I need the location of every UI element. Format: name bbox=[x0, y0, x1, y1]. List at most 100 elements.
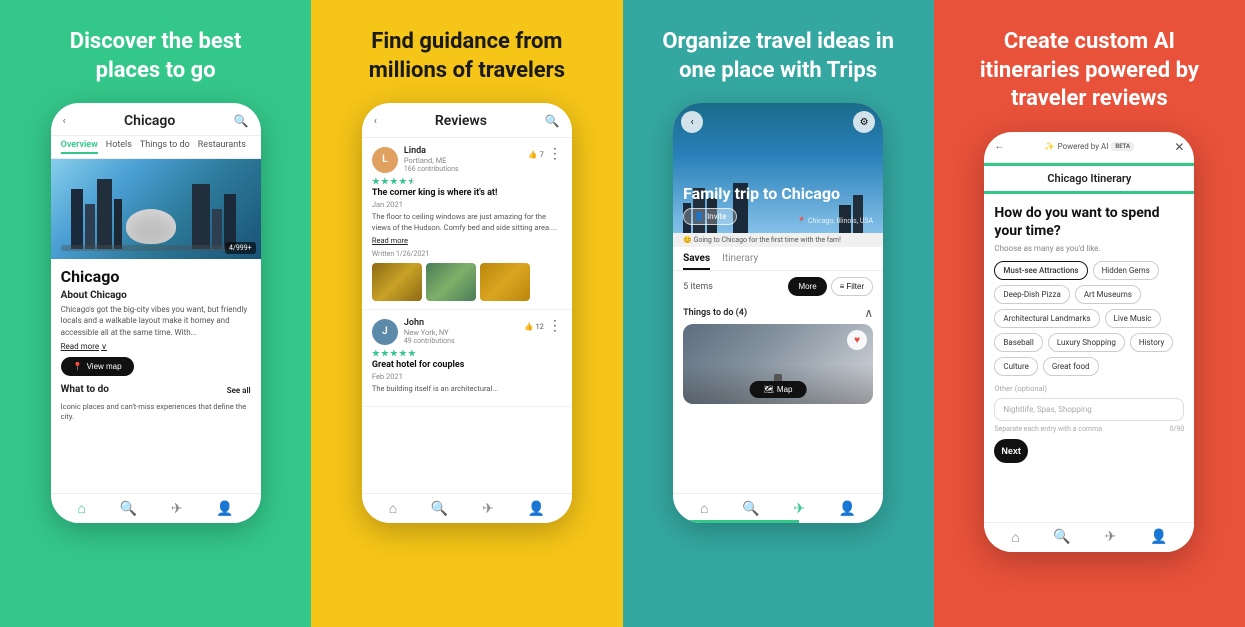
building-2 bbox=[85, 204, 95, 249]
profile-nav-icon-2[interactable]: 👤 bbox=[528, 501, 545, 517]
search-icon[interactable]: 🔍 bbox=[234, 114, 249, 128]
search-nav-icon[interactable]: 🔍 bbox=[120, 501, 137, 517]
tab-saves[interactable]: Saves bbox=[683, 253, 710, 270]
tag-art-museums[interactable]: Art Museums bbox=[1075, 285, 1141, 304]
review-photo-1[interactable] bbox=[372, 263, 422, 301]
tag-culture[interactable]: Culture bbox=[994, 357, 1037, 376]
things-to-do-title: Things to do (4) bbox=[683, 308, 747, 318]
reviewer-loc-1: Portland, ME bbox=[404, 156, 459, 165]
review-like-1[interactable]: 👍 7 bbox=[528, 150, 544, 159]
see-all-link[interactable]: See all bbox=[227, 386, 251, 395]
profile-nav-icon-4[interactable]: 👤 bbox=[1150, 529, 1167, 545]
tag-live-music[interactable]: Live Music bbox=[1105, 309, 1161, 328]
tag-deep-dish[interactable]: Deep-Dish Pizza bbox=[994, 285, 1069, 304]
beta-badge: BETA bbox=[1111, 142, 1134, 151]
tab-things-to-do[interactable]: Things to do bbox=[140, 140, 190, 154]
back-button-3[interactable]: ‹ bbox=[681, 111, 703, 133]
home-nav-icon-3[interactable]: ⌂ bbox=[700, 500, 708, 517]
collapse-icon[interactable]: ∧ bbox=[864, 306, 873, 320]
home-nav-icon-2[interactable]: ⌂ bbox=[389, 500, 397, 517]
back-icon[interactable]: ‹ bbox=[63, 116, 66, 127]
phone1-content: Chicago About Chicago Chicago's got the … bbox=[51, 259, 261, 431]
map-icon: 🗺 bbox=[764, 385, 774, 394]
phone3-bottom-nav: ⌂ 🔍 ✈ 👤 bbox=[673, 493, 883, 523]
phone4-bottom-nav: ⌂ 🔍 ✈ 👤 bbox=[984, 522, 1194, 552]
tag-luxury-shopping[interactable]: Luxury Shopping bbox=[1048, 333, 1125, 352]
more-button[interactable]: More bbox=[788, 277, 826, 296]
items-count: 5 items bbox=[683, 282, 713, 292]
star-3 bbox=[390, 177, 398, 185]
review-item-2: J John New York, NY 49 contributions 👍 1… bbox=[362, 310, 572, 407]
panel-3-title: Organize travel ideas in one place with … bbox=[658, 28, 898, 85]
map-pin-icon: 📍 bbox=[73, 362, 83, 371]
building-5 bbox=[224, 194, 236, 249]
what-to-do-title: What to do bbox=[61, 384, 109, 395]
trips-nav-icon[interactable]: ✈ bbox=[171, 501, 183, 517]
next-button[interactable]: Next bbox=[994, 439, 1028, 463]
what-desc: Iconic places and can't-miss experiences… bbox=[61, 402, 251, 423]
phone1-tabs: Overview Hotels Things to do Restaurants bbox=[51, 136, 261, 159]
reviewer-contrib-1: 166 contributions bbox=[404, 165, 459, 173]
tag-baseball[interactable]: Baseball bbox=[994, 333, 1042, 352]
progress-bar bbox=[673, 520, 799, 523]
trip-location: 📍 Chicago, Illinois, USA bbox=[797, 217, 873, 225]
ai-sparkle-icon: ✨ bbox=[1045, 142, 1055, 151]
tab-hotels[interactable]: Hotels bbox=[106, 140, 132, 154]
tag-must-see[interactable]: Must-see Attractions bbox=[994, 261, 1087, 280]
star-5-half bbox=[408, 177, 416, 185]
review-read-more-1[interactable]: Read more bbox=[372, 236, 562, 245]
tag-architectural[interactable]: Architectural Landmarks bbox=[994, 309, 1099, 328]
review-photo-2[interactable] bbox=[426, 263, 476, 301]
more-options-icon-2[interactable]: ⋮ bbox=[548, 318, 562, 334]
back-icon-4[interactable]: ← bbox=[994, 141, 1004, 152]
things-to-do-section: Things to do (4) ∧ bbox=[673, 302, 883, 324]
phone2-header: ‹ Reviews 🔍 bbox=[362, 103, 572, 138]
trip-title: Family trip to Chicago bbox=[683, 184, 840, 203]
star-2-4 bbox=[399, 349, 407, 357]
home-nav-icon-4[interactable]: ⌂ bbox=[1011, 529, 1019, 546]
invite-button[interactable]: 👤 Invite bbox=[683, 208, 737, 225]
review-like-2[interactable]: 👍 12 bbox=[524, 322, 544, 331]
search-nav-icon-2[interactable]: 🔍 bbox=[431, 501, 448, 517]
read-more-link[interactable]: Read more ∨ bbox=[61, 342, 251, 351]
view-map-button[interactable]: 📍 View map bbox=[61, 357, 134, 376]
chicago-hero-image: 4/999+ bbox=[51, 159, 261, 259]
tab-itinerary[interactable]: Itinerary bbox=[722, 253, 758, 270]
more-options-icon-1[interactable]: ⋮ bbox=[548, 146, 562, 162]
trips-nav-icon-3[interactable]: ✈ bbox=[793, 501, 805, 517]
review-photo-3[interactable] bbox=[480, 263, 530, 301]
review-actions-2: 👍 12 ⋮ bbox=[524, 318, 562, 334]
attraction-card[interactable]: ♥ 🗺 Map bbox=[683, 324, 873, 404]
trips-nav-icon-2[interactable]: ✈ bbox=[482, 501, 494, 517]
profile-nav-icon[interactable]: 👤 bbox=[216, 501, 233, 517]
tab-restaurants[interactable]: Restaurants bbox=[198, 140, 246, 154]
search-nav-icon-4[interactable]: 🔍 bbox=[1053, 529, 1070, 545]
review-text-2: The building itself is an architectural.… bbox=[372, 384, 562, 395]
tag-history[interactable]: History bbox=[1130, 333, 1173, 352]
home-nav-icon[interactable]: ⌂ bbox=[77, 500, 85, 517]
back-icon-2[interactable]: ‹ bbox=[374, 116, 377, 127]
map-button[interactable]: 🗺 Map bbox=[750, 381, 807, 398]
reviewer-info-1: L Linda Portland, ME 166 contributions bbox=[372, 146, 459, 173]
building-1 bbox=[71, 189, 83, 249]
phone4-header: ← ✨ Powered by AI BETA ✕ bbox=[984, 132, 1194, 163]
filter-button[interactable]: ≡ Filter bbox=[831, 277, 873, 296]
profile-nav-icon-3[interactable]: 👤 bbox=[839, 501, 856, 517]
building-4 bbox=[114, 199, 122, 249]
reviewer-info-2: J John New York, NY 49 contributions bbox=[372, 318, 455, 345]
stars-2 bbox=[372, 349, 562, 357]
panel-trips: Organize travel ideas in one place with … bbox=[623, 0, 934, 627]
tag-great-food[interactable]: Great food bbox=[1043, 357, 1099, 376]
search-icon-2[interactable]: 🔍 bbox=[545, 114, 560, 128]
search-nav-icon-3[interactable]: 🔍 bbox=[742, 501, 759, 517]
panel-4-title: Create custom AI itineraries powered by … bbox=[969, 28, 1209, 114]
tag-hidden-gems[interactable]: Hidden Gems bbox=[1093, 261, 1159, 280]
other-input[interactable]: Nightlife, Spas, Shopping bbox=[994, 398, 1184, 421]
other-label: Other (optional) bbox=[984, 384, 1194, 398]
review-date-2: Feb 2021 bbox=[372, 372, 562, 381]
trips-nav-icon-4[interactable]: ✈ bbox=[1105, 529, 1117, 545]
tab-overview[interactable]: Overview bbox=[61, 140, 98, 154]
close-icon[interactable]: ✕ bbox=[1174, 140, 1184, 154]
settings-icon[interactable]: ⚙ bbox=[853, 111, 875, 133]
what-to-do-row: What to do See all bbox=[61, 384, 251, 398]
